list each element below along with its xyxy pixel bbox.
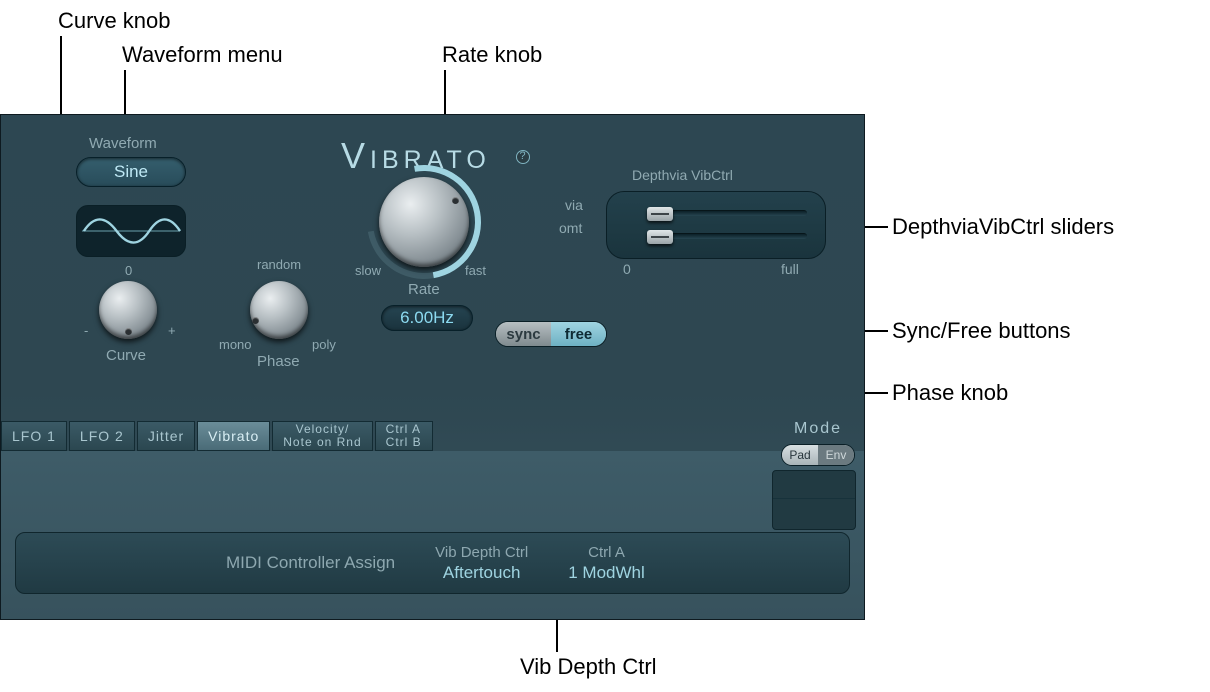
- mode-title: Mode: [772, 420, 864, 438]
- phase-top: random: [257, 257, 301, 272]
- callout-rate: Rate knob: [442, 42, 542, 68]
- curve-knob[interactable]: [99, 281, 157, 339]
- callout-phase: Phase knob: [892, 380, 1008, 406]
- mode-pad[interactable]: Pad: [782, 445, 818, 465]
- free-button[interactable]: free: [551, 322, 606, 346]
- waveform-display: [76, 205, 186, 257]
- mode-group: Mode Pad Env: [772, 420, 864, 530]
- vibrato-panel: Vibrato Waveform Sine - + 0 Curve random…: [0, 114, 865, 620]
- depth-via-slider[interactable]: [651, 210, 807, 216]
- phase-left: mono: [219, 337, 252, 352]
- rate-right: fast: [465, 263, 486, 278]
- tab-lfo1[interactable]: LFO 1: [1, 421, 67, 451]
- ctrl-a-value[interactable]: 1 ModWhl: [568, 563, 645, 583]
- depth-row1: via: [565, 197, 583, 213]
- phase-knob[interactable]: [250, 281, 308, 339]
- mode-toggle[interactable]: Pad Env: [781, 444, 855, 466]
- rate-knob[interactable]: [379, 177, 469, 267]
- curve-plus: +: [168, 323, 176, 338]
- curve-label: Curve: [106, 347, 146, 364]
- mod-source-tabs: LFO 1 LFO 2 Jitter Vibrato Velocity/ Not…: [1, 421, 864, 451]
- depth-title: Depthvia VibCtrl: [632, 167, 733, 183]
- tab-lfo2[interactable]: LFO 2: [69, 421, 135, 451]
- callout-depth: DepthviaVibCtrl sliders: [892, 214, 1114, 240]
- rate-value[interactable]: 6.00Hz: [381, 305, 473, 331]
- callout-waveform: Waveform menu: [122, 42, 283, 68]
- depth-max: full: [781, 261, 799, 277]
- curve-zero: 0: [125, 263, 132, 278]
- slider-thumb[interactable]: [647, 230, 673, 244]
- callout-curve: Curve knob: [58, 8, 171, 34]
- lower-area: R Note+Mve Record Trigger MIDI Controlle…: [1, 451, 864, 619]
- waveform-menu[interactable]: Sine: [76, 157, 186, 187]
- envelope-display[interactable]: [772, 470, 856, 530]
- tab-jitter[interactable]: Jitter: [137, 421, 195, 451]
- ctrl-a-header: Ctrl A: [588, 544, 625, 561]
- callout-vibdepth: Vib Depth Ctrl: [520, 654, 657, 680]
- vib-depth-ctrl-header: Vib Depth Ctrl: [435, 544, 528, 561]
- help-icon[interactable]: [516, 150, 530, 164]
- depth-slider-area: [606, 191, 826, 259]
- rate-left: slow: [355, 263, 381, 278]
- slider-thumb[interactable]: [647, 207, 673, 221]
- mode-env[interactable]: Env: [818, 445, 854, 465]
- sync-free-toggle[interactable]: sync free: [495, 321, 607, 347]
- phase-label: Phase: [257, 353, 300, 370]
- midi-assign-bar: MIDI Controller Assign Vib Depth Ctrl Af…: [15, 532, 850, 594]
- rate-label: Rate: [408, 281, 440, 298]
- sync-button[interactable]: sync: [496, 322, 551, 346]
- tab-ctrlab[interactable]: Ctrl A Ctrl B: [375, 421, 433, 451]
- curve-minus: -: [84, 323, 88, 338]
- depth-omt-slider[interactable]: [651, 233, 807, 239]
- midi-assign-label: MIDI Controller Assign: [226, 553, 395, 573]
- tab-velocity[interactable]: Velocity/ Note on Rnd: [272, 421, 372, 451]
- callout-syncfree: Sync/Free buttons: [892, 318, 1071, 344]
- waveform-label: Waveform: [89, 135, 157, 152]
- vib-depth-ctrl-value[interactable]: Aftertouch: [443, 563, 521, 583]
- depth-row2: omt: [559, 220, 582, 236]
- phase-right: poly: [312, 337, 336, 352]
- tab-vibrato[interactable]: Vibrato: [197, 421, 270, 451]
- depth-min: 0: [623, 261, 631, 277]
- sine-wave-icon: [77, 206, 185, 256]
